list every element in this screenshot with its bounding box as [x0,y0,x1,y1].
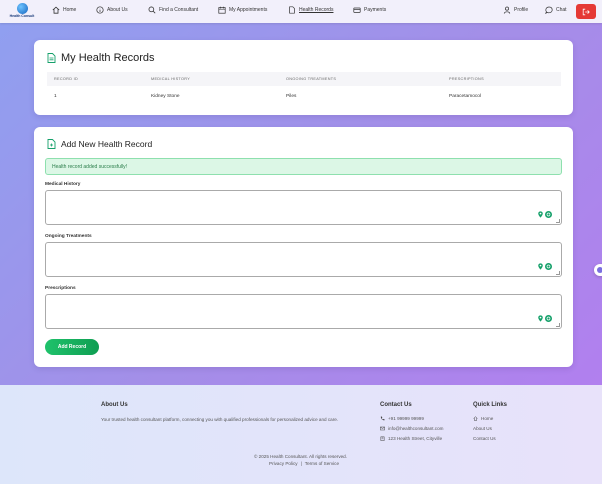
logout-icon [582,8,590,15]
footer-link-contact[interactable]: Contact Us [473,436,496,441]
textarea-tools [538,263,552,270]
form-title: Add New Health Record [47,139,152,149]
nav-profile-label: Profile [514,7,529,13]
add-record-button[interactable]: Add Record [45,339,99,355]
footer-address-text: 123 Health Street, Cityville [388,436,443,441]
resize-handle[interactable] [556,323,560,327]
nav-health-records-label: Health Records [299,7,334,13]
ongoing-treatments-textarea[interactable] [45,242,562,277]
footer-separator: | [300,461,302,466]
credit-card-icon [353,7,361,13]
footer-address: 123 Health Street, Cityville [380,436,442,441]
terms-of-service-link[interactable]: Terms of Service [305,461,339,466]
document-plus-icon [47,139,56,149]
location-pin-icon[interactable] [538,315,543,322]
chat-icon [545,6,553,14]
building-icon [380,436,385,441]
footer: About Us Your trusted health consultant … [0,385,602,484]
location-pin-icon[interactable] [538,211,543,218]
footer-phone-text: +91 99999 99999 [388,416,424,421]
privacy-policy-link[interactable]: Privacy Policy [269,461,298,466]
cell-ongoing-treatments: Piles [286,93,297,99]
prescriptions-label: Prescriptions [45,286,76,291]
footer-link-home[interactable]: Home [473,416,493,421]
col-record-id: RECORD ID [54,77,79,81]
success-alert-text: Health record added successfully! [52,163,128,170]
logo-text: Health Consult [9,14,35,18]
nav-appointments-label: My Appointments [229,7,268,13]
medical-history-textarea[interactable] [45,190,562,225]
nav-find-consultant-label: Find a Consultant [159,7,199,13]
calendar-icon [218,6,226,14]
col-prescriptions: PRESCRIPTIONS [449,77,484,81]
footer-links-title: Quick Links [473,402,508,408]
table-header: RECORD ID MEDICAL HISTORY ONGOING TREATM… [47,72,561,86]
location-pin-icon[interactable] [538,263,543,270]
document-icon [47,53,56,63]
home-icon [473,416,478,421]
home-icon [52,6,60,14]
grammar-assistant-icon[interactable] [545,315,552,322]
resize-handle[interactable] [556,271,560,275]
nav-appointments[interactable]: My Appointments [218,6,267,14]
ongoing-treatments-label: Ongoing Treatments [45,234,92,239]
resize-handle[interactable] [556,219,560,223]
col-medical-history: MEDICAL HISTORY [151,77,191,81]
footer-copyright: © 2025 Health Consultant. All rights res… [254,454,348,459]
footer-link-home-text: Home [481,416,494,421]
records-title-text: My Health Records [61,52,155,64]
side-widget-tab[interactable] [594,264,602,276]
grammar-assistant-icon[interactable] [545,263,552,270]
nav-chat[interactable]: Chat [545,6,567,14]
logo[interactable]: Health Consult [8,3,36,18]
cell-record-id: 1 [54,93,57,99]
footer-link-about[interactable]: About Us [473,426,492,431]
footer-about-title: About Us [101,402,128,408]
nav-payments[interactable]: Payments [353,6,386,14]
footer-contact-title: Contact Us [380,402,412,408]
phone-icon [380,416,385,421]
footer-about-text: Your trusted health consultant platform,… [101,417,339,422]
nav-payments-label: Payments [364,7,387,13]
table-row: 1 Kidney Stone Piles Paracetamocol [47,86,561,106]
top-navbar: Health Consult Home About Us Find a Cons… [0,0,602,23]
nav-profile[interactable]: Profile [503,6,528,14]
document-icon [289,6,295,14]
logout-button[interactable] [576,4,596,19]
cell-medical-history: Kidney Stone [151,93,180,99]
nav-find-consultant[interactable]: Find a Consultant [148,6,198,14]
success-alert: Health record added successfully! [45,158,562,175]
grammar-assistant-icon[interactable] [545,211,552,218]
records-title: My Health Records [47,52,155,64]
form-title-text: Add New Health Record [61,139,153,149]
user-icon [503,6,511,14]
footer-email-text: info@healthconsultant.com [388,426,444,431]
nav-health-records[interactable]: Health Records [288,6,333,14]
nav-about-label: About Us [107,7,128,13]
add-record-card: Add New Health Record Health record adde… [34,127,573,367]
envelope-icon [380,426,385,431]
textarea-tools [538,315,552,322]
prescriptions-textarea[interactable] [45,294,562,329]
cell-prescriptions: Paracetamocol [449,93,481,99]
nav-about[interactable]: About Us [96,6,128,14]
footer-phone: +91 99999 99999 [380,416,424,421]
textarea-tools [538,211,552,218]
globe-icon [16,3,28,14]
footer-legal-links: Privacy Policy | Terms of Service [269,461,339,466]
nav-home[interactable]: Home [52,6,76,14]
footer-email[interactable]: info@healthconsultant.com [380,426,443,431]
medical-history-label: Medical History [45,182,81,187]
info-icon [96,6,104,14]
nav-home-label: Home [63,7,77,13]
search-icon [148,6,156,14]
records-table: RECORD ID MEDICAL HISTORY ONGOING TREATM… [47,72,561,106]
col-ongoing-treatments: ONGOING TREATMENTS [286,77,337,81]
health-records-card: My Health Records RECORD ID MEDICAL HIST… [34,40,573,115]
nav-chat-label: Chat [556,7,567,13]
